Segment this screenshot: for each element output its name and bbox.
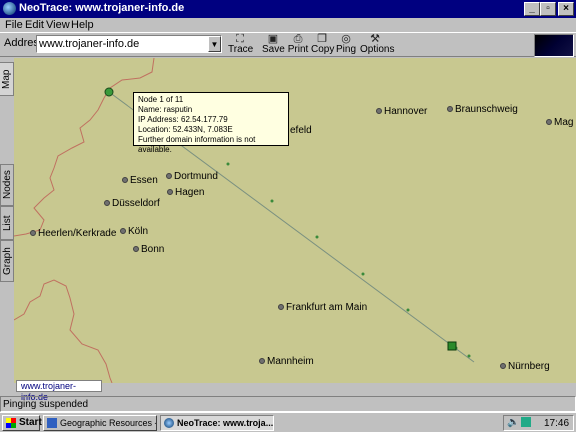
country-border-south [14,279,113,383]
city-bonn: Bonn [133,244,164,255]
map-view[interactable]: Hannover Braunschweig Mag efeld Essen Do… [14,58,576,383]
status-bar: Pinging suspended [0,396,576,412]
city-nuernberg: Nürnberg [500,361,550,372]
title-bar: NeoTrace: www.trojaner-info.de _ ▫ × [0,0,576,18]
task-geographic-resources[interactable]: Geographic Resources - M... [43,415,157,431]
tooltip-domain-info: Further domain information is not availa… [138,135,256,154]
ping-label: Ping [336,44,357,55]
trace-label: Trace [228,44,254,55]
save-button[interactable]: ▣ Save [262,33,285,56]
menu-help[interactable]: Help [71,18,94,32]
tooltip-node-index: Node 1 of 11 [138,95,184,104]
route-hop [315,235,319,239]
menu-view[interactable]: View [46,18,70,32]
city-dot [278,304,284,311]
city-dot [259,358,265,365]
tooltip-ip-address: IP Address: 62.54.177.79 [138,115,228,124]
node-tooltip: Node 1 of 11 Name: rasputin IP Address: … [133,92,289,154]
address-input[interactable]: www.trojaner-info.de [36,35,222,53]
status-text: Pinging suspended [3,399,89,410]
start-node-marker[interactable] [104,87,114,97]
city-hannover: Hannover [376,106,427,117]
print-button[interactable]: ⎙ Print [287,33,309,56]
route-hops [226,162,471,358]
route-hop [406,308,410,312]
city-dot [104,200,110,207]
tab-graph[interactable]: Graph [0,240,14,282]
country-border-north [14,58,155,237]
city-koeln: Köln [120,226,148,237]
route-hop [467,354,471,358]
city-magdeburg: Mag [546,117,573,128]
tooltip-node-name: Name: rasputin [138,105,193,114]
city-essen: Essen [122,175,158,186]
city-dot [166,173,172,180]
start-button[interactable]: Start [2,415,42,431]
clock[interactable]: 17:46 [544,417,569,431]
system-tray: 🔈 17:46 [503,415,574,431]
city-dot [133,246,139,253]
menu-file[interactable]: File [5,18,23,32]
tooltip-location: Location: 52.433N, 7.083E [138,125,233,134]
city-dot [546,119,552,126]
route-hop [226,162,230,166]
address-dropdown-button[interactable]: ▼ [208,36,221,52]
map-host-tab[interactable]: www.trojaner-info.de [16,380,102,402]
city-dot [376,108,382,115]
route-hop [270,199,274,203]
window-title: NeoTrace: www.trojaner-info.de [19,2,185,14]
city-frankfurt: Frankfurt am Main [278,302,367,313]
speaker-icon[interactable]: 🔈 [507,416,519,430]
options-label: Options [360,44,395,55]
end-node-marker[interactable] [447,341,457,351]
city-heerlen-kerkrade: Heerlen/Kerkrade [30,228,116,239]
task-label: NeoTrace: www.troja... [177,418,274,428]
start-label: Start [19,417,42,428]
save-label: Save [262,44,285,55]
city-mannheim: Mannheim [259,356,314,367]
document-icon [47,418,57,428]
windows-logo-icon [6,418,16,428]
neotrace-logo [534,34,574,57]
close-button[interactable]: × [558,2,574,16]
city-dortmund: Dortmund [166,171,218,182]
city-dot [447,106,453,113]
trace-button[interactable]: ⛶ Trace [228,33,254,56]
copy-button[interactable]: ❐ Copy [311,33,335,56]
city-dot [120,228,126,235]
print-label: Print [287,44,309,55]
toolbar: Address www.trojaner-info.de ▼ ⛶ Trace ▣… [0,32,576,57]
city-duesseldorf: Düsseldorf [104,198,160,209]
neotrace-icon [164,418,174,428]
task-neotrace[interactable]: NeoTrace: www.troja... [160,415,274,431]
city-dot [167,189,173,196]
city-dot [500,363,506,370]
app-icon[interactable] [3,2,16,15]
menu-edit[interactable]: Edit [25,18,44,32]
city-hagen: Hagen [167,187,204,198]
route-hop [361,272,365,276]
task-label: Geographic Resources - M... [60,418,156,428]
menu-bar: File Edit View Help [0,18,576,32]
tab-list[interactable]: List [0,206,14,240]
ping-button[interactable]: ◎ Ping [336,33,356,56]
copy-label: Copy [311,44,335,55]
tab-nodes[interactable]: Nodes [0,164,14,206]
minimize-button[interactable]: _ [524,2,540,16]
city-braunschweig: Braunschweig [447,104,518,115]
city-dot [30,230,36,237]
network-icon[interactable] [521,417,531,427]
taskbar: Start Geographic Resources - M... NeoTra… [0,412,576,432]
options-button[interactable]: ⚒ Options [360,33,395,56]
maximize-button[interactable]: ▫ [540,2,556,16]
view-tabs: Map Nodes List Graph [0,58,14,388]
city-dot [122,177,128,184]
city-bielefeld: efeld [290,125,312,136]
tab-map[interactable]: Map [0,62,14,96]
